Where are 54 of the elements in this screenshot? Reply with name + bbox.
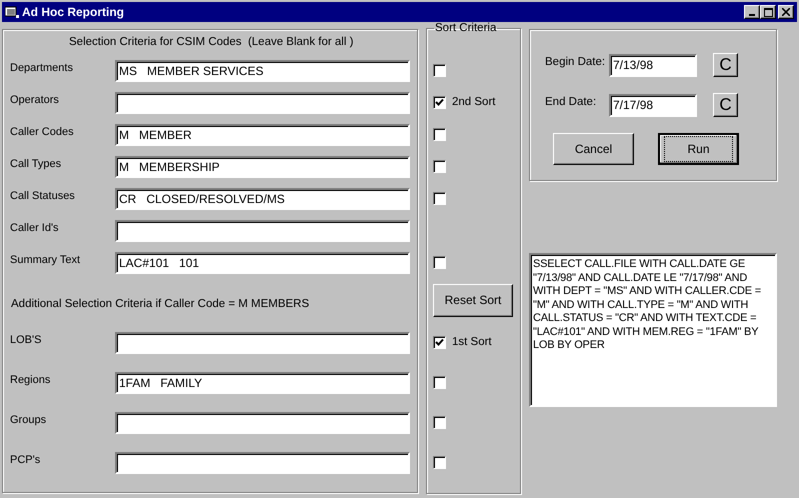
checkbox[interactable] xyxy=(433,336,446,348)
maximize-icon xyxy=(764,8,772,16)
section-title: Selection Criteria for CSIM Codes (Leave Blank for all ) xyxy=(68,35,354,50)
query-text-box[interactable]: SSELECT CALL.FILE WITH CALL.DATE GE "7/13/98" AND CALL.DATE LE "7/17/98" AND WITH DEPT = "MS" AND WITH CALLER.CDE = "M" AND WITH CALL.TYPE = "M" AND WITH CALL.STATUS = "CR" AND WITH TEXT.CDE = "LAC#101" AND WITH MEM.REG = "1FAM" BY LOB BY OPER xyxy=(529,253,777,407)
reset-sort-button[interactable]: Reset Sort xyxy=(433,284,513,316)
input-field[interactable] xyxy=(115,92,410,114)
window-title: Ad Hoc Reporting xyxy=(22,5,125,19)
checkbox[interactable] xyxy=(433,376,446,388)
run-button[interactable]: Run xyxy=(658,133,739,165)
calendar-button[interactable]: C xyxy=(713,93,738,117)
field-label: Caller Codes xyxy=(10,126,75,138)
field-label: Groups xyxy=(10,414,48,426)
checkbox[interactable] xyxy=(433,416,446,428)
input-field[interactable]: M MEMBERSHIP xyxy=(115,156,410,178)
input-field[interactable] xyxy=(115,220,410,242)
checkbox[interactable] xyxy=(433,256,446,268)
field-label: PCP's xyxy=(10,454,42,466)
field-label: Summary Text xyxy=(10,254,82,266)
field-label: Call Types xyxy=(10,158,62,170)
cancel-button[interactable]: Cancel xyxy=(553,133,634,165)
input-field[interactable] xyxy=(115,452,410,474)
field-label: Caller Id's xyxy=(10,222,60,234)
field-label: End Date: xyxy=(545,96,598,108)
field-label: Regions xyxy=(10,374,52,386)
checkbox-label: 2nd Sort xyxy=(452,96,496,108)
checkbox[interactable] xyxy=(433,192,446,204)
checkbox-label: 1st Sort xyxy=(452,336,492,348)
field-label: Operators xyxy=(10,94,60,106)
field-label: Begin Date: xyxy=(545,56,606,68)
input-field[interactable]: CR CLOSED/RESOLVED/MS xyxy=(115,188,410,210)
date-field[interactable]: 7/13/98 xyxy=(609,54,697,76)
section-title: Additional Selection Criteria if Caller Code = M MEMBERS xyxy=(10,297,310,312)
checkbox[interactable] xyxy=(433,128,446,140)
maximize-button[interactable] xyxy=(760,5,776,19)
field-label: Departments xyxy=(10,62,74,74)
input-field[interactable] xyxy=(115,412,410,434)
group-title: Sort Criteria xyxy=(434,22,498,34)
input-field[interactable]: 1FAM FAMILY xyxy=(115,372,410,394)
app-icon xyxy=(5,6,19,18)
input-field[interactable]: MS MEMBER SERVICES xyxy=(115,60,410,82)
input-field[interactable]: LAC#101 101 xyxy=(115,252,410,274)
input-field[interactable]: M MEMBER xyxy=(115,124,410,146)
input-field[interactable] xyxy=(115,332,410,354)
minimize-button[interactable] xyxy=(744,5,760,19)
field-label: LOB'S xyxy=(10,334,42,346)
close-button[interactable] xyxy=(778,5,794,19)
date-field[interactable]: 7/17/98 xyxy=(609,94,697,116)
field-label: Call Statuses xyxy=(10,190,76,202)
checkbox[interactable] xyxy=(433,96,446,108)
checkbox[interactable] xyxy=(433,456,446,468)
checkbox[interactable] xyxy=(433,160,446,172)
calendar-button[interactable]: C xyxy=(713,53,738,77)
close-icon xyxy=(782,8,790,16)
checkbox[interactable] xyxy=(433,64,446,76)
